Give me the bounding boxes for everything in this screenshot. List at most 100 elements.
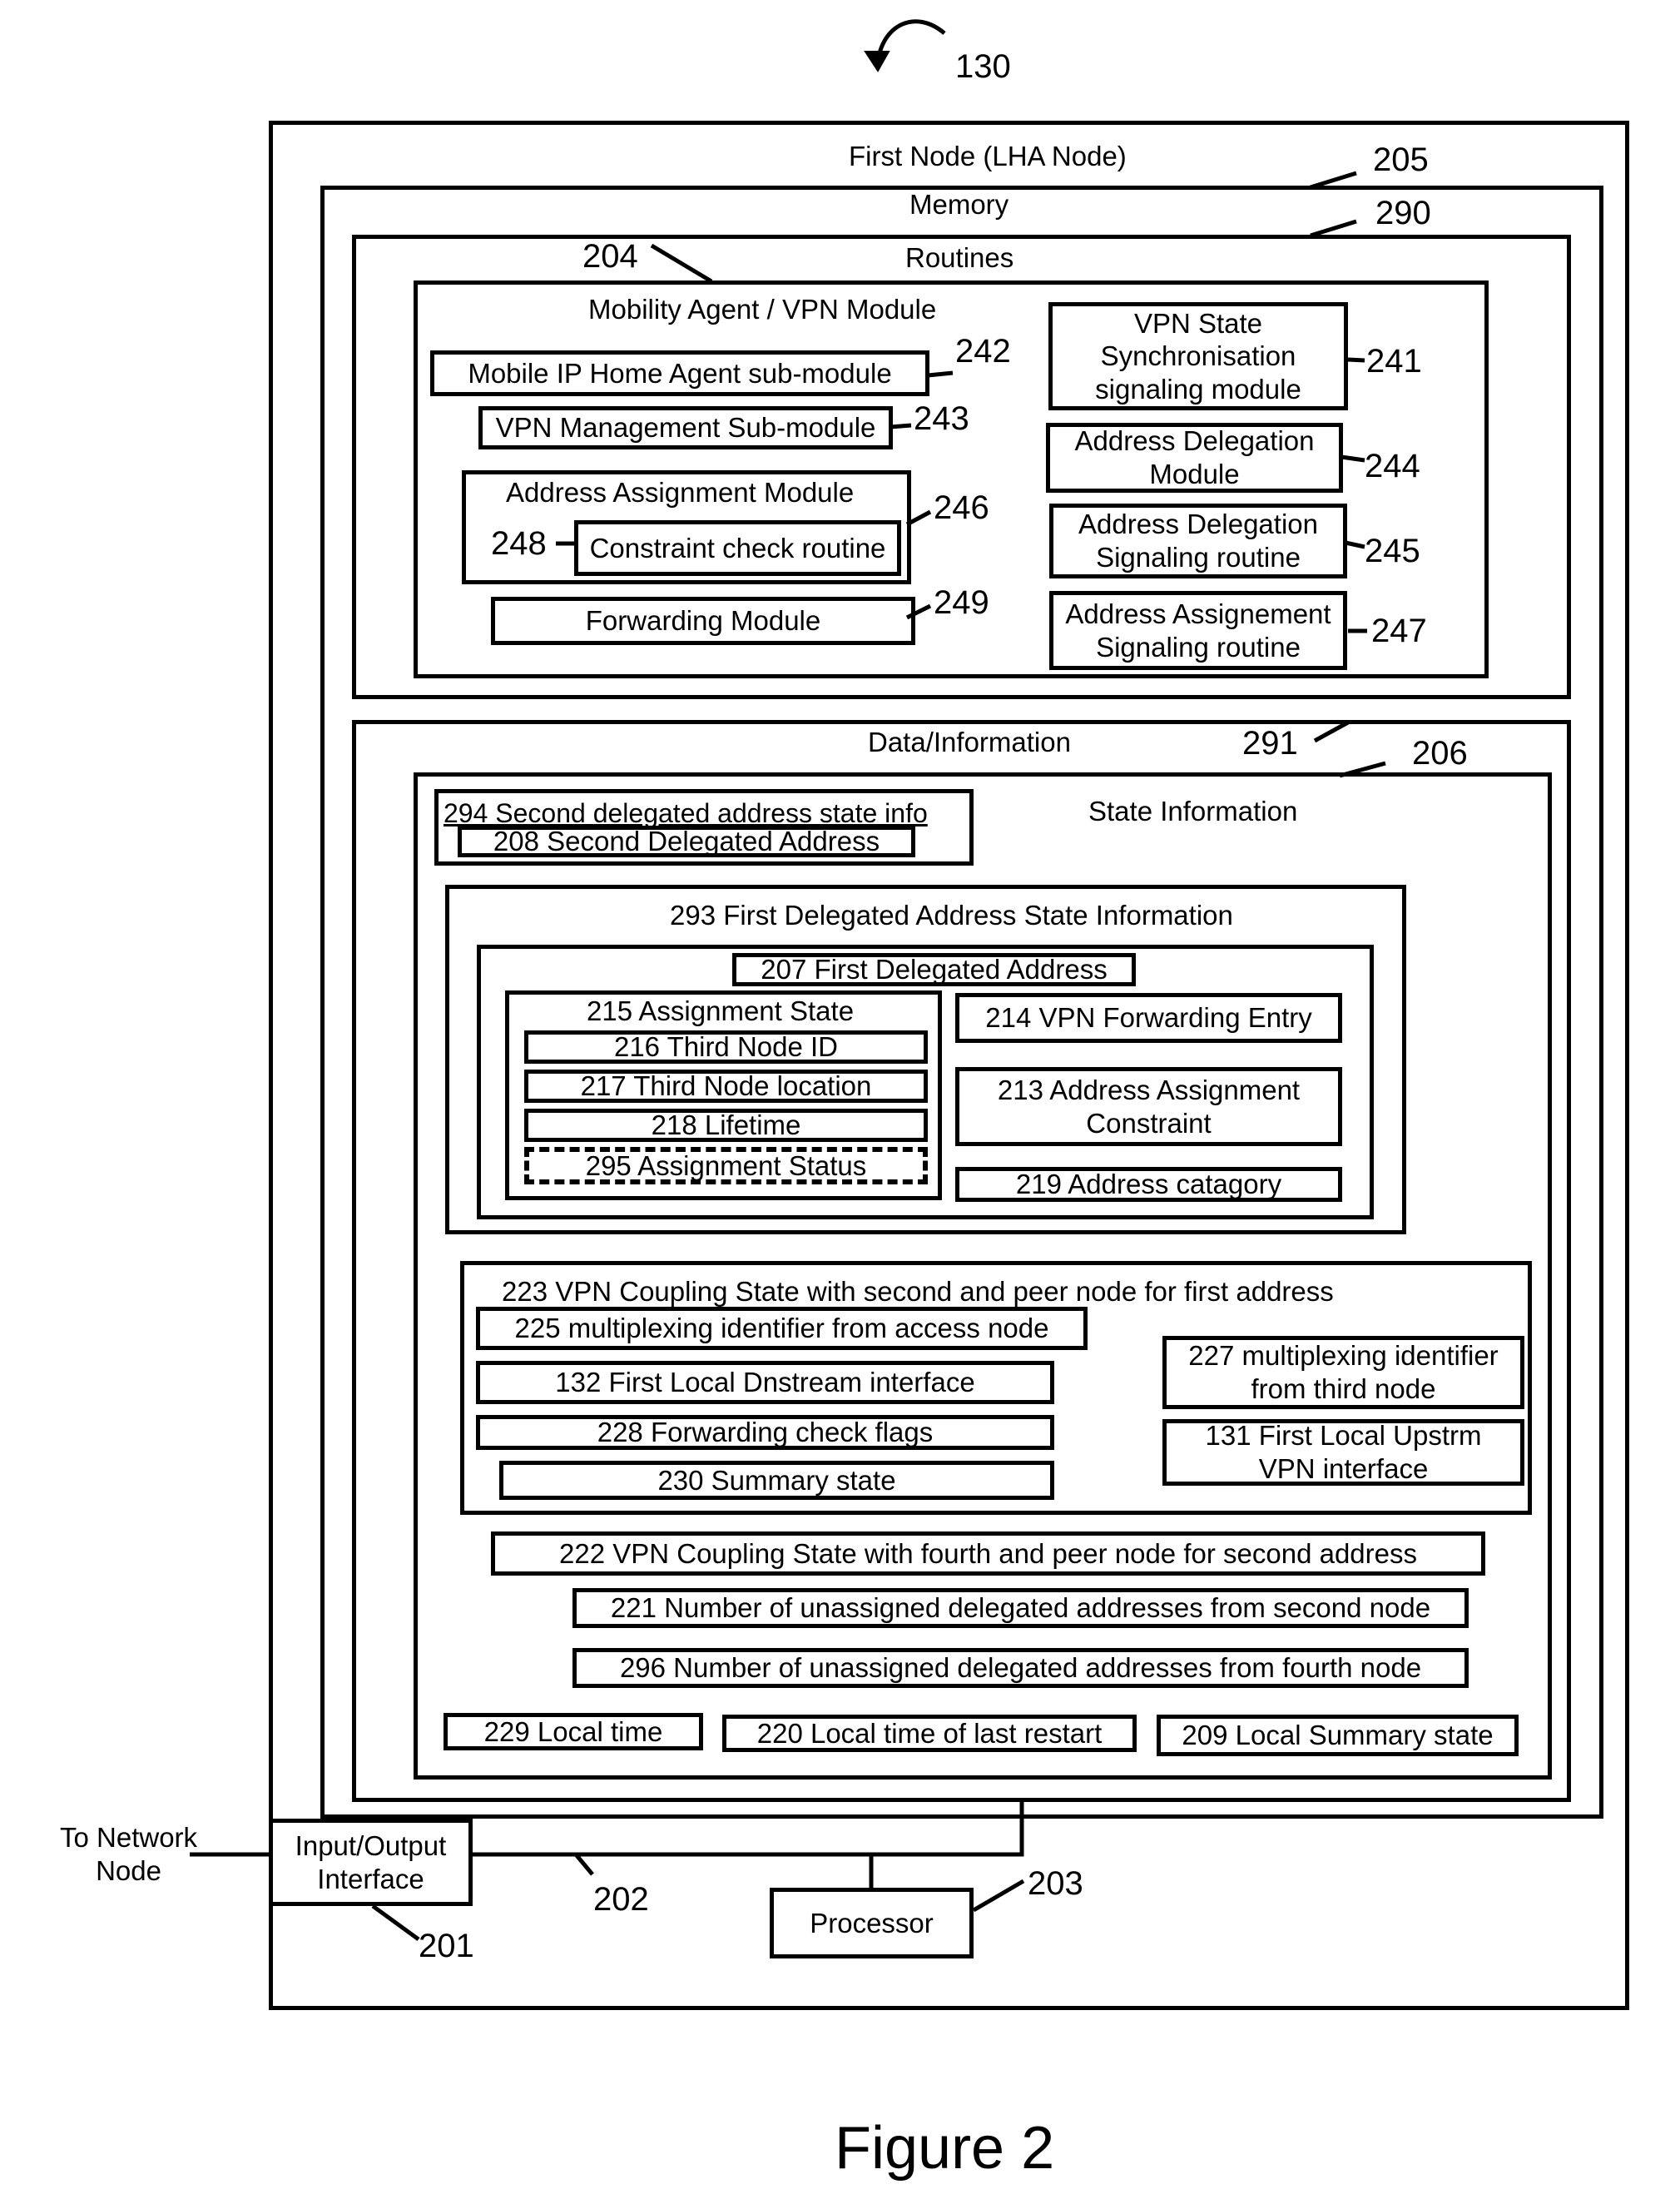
- mobile-ip-ref: 242: [955, 333, 1011, 370]
- local-time-box: 229 Local time: [444, 1713, 703, 1750]
- forwarding-module-label: Forwarding Module: [585, 605, 821, 637]
- address-assignment-constraint-box: 213 Address Assignment Constraint: [955, 1067, 1342, 1146]
- data-information-title: Data/Information: [868, 727, 1071, 757]
- mux-access-node-label: 225 multiplexing identifier from access …: [514, 1313, 1049, 1344]
- mobile-ip-home-agent-label: Mobile IP Home Agent sub-module: [468, 357, 892, 389]
- assignment-state-title: 215 Assignment State: [587, 995, 855, 1026]
- local-summary-state-label: 209 Local Summary state: [1182, 1720, 1494, 1751]
- routines-ref: 290: [1375, 195, 1431, 231]
- vpn-state-sync-box: VPN State Synchronisation signaling modu…: [1048, 302, 1348, 410]
- address-delegation-signaling-box: Address Delegation Signaling routine: [1049, 504, 1347, 578]
- first-local-upstrm-line1: 131 First Local Upstrm: [1205, 1420, 1482, 1452]
- assignment-status-box: 295 Assignment Status: [524, 1147, 928, 1184]
- vpn-coupling-second-box: 222 VPN Coupling State with fourth and p…: [491, 1531, 1485, 1576]
- first-local-dnstream-box: 132 First Local Dnstream interface: [476, 1361, 1054, 1404]
- memory-title: Memory: [909, 189, 1009, 220]
- address-assignment-constraint-line2: Constraint: [1086, 1107, 1212, 1139]
- local-summary-state-box: 209 Local Summary state: [1157, 1715, 1519, 1756]
- constraint-check-routine-label: Constraint check routine: [589, 532, 886, 563]
- address-category-label: 219 Address catagory: [1015, 1169, 1282, 1200]
- first-local-upstrm-box: 131 First Local Upstrm VPN interface: [1162, 1419, 1524, 1486]
- network-node-line2: Node: [96, 1854, 161, 1886]
- forwarding-check-flags-label: 228 Forwarding check flags: [597, 1417, 934, 1448]
- second-delegated-address-label: 208 Second Delegated Address: [493, 826, 880, 857]
- processor-box: Processor: [770, 1888, 974, 1958]
- address-delegation-module-ref: 244: [1365, 448, 1420, 484]
- address-assignment-signaling-line2: Signaling routine: [1096, 631, 1301, 663]
- figure-ref-number: 130: [955, 48, 1011, 85]
- network-node-line1: To Network: [60, 1822, 198, 1853]
- processor-ref: 203: [1028, 1865, 1083, 1902]
- vpn-state-sync-line3: signaling module: [1095, 373, 1301, 405]
- assignment-status-label: 295 Assignment Status: [585, 1149, 867, 1181]
- address-delegation-module-line2: Module: [1149, 459, 1240, 489]
- local-time-last-restart-box: 220 Local time of last restart: [722, 1715, 1137, 1752]
- vpn-management-label: VPN Management Sub-module: [495, 412, 876, 444]
- forwarding-check-flags-box: 228 Forwarding check flags: [476, 1415, 1054, 1450]
- io-interface-box: Input/Output Interface: [269, 1819, 473, 1906]
- first-delegated-state-title: 293 First Delegated Address State Inform…: [670, 900, 1233, 931]
- mobility-agent-ref: 204: [582, 238, 638, 275]
- third-node-id-label: 216 Third Node ID: [613, 1031, 839, 1063]
- second-delegated-address-box: 208 Second Delegated Address: [458, 826, 915, 857]
- unassigned-second-node-label: 221 Number of unassigned delegated addre…: [610, 1592, 1431, 1624]
- address-assignment-signaling-ref: 247: [1371, 613, 1427, 649]
- vpn-management-box: VPN Management Sub-module: [478, 406, 893, 449]
- data-information-ref: 291: [1242, 725, 1298, 762]
- io-interface-line1: Input/Output: [295, 1829, 447, 1861]
- vpn-coupling-second-label: 222 VPN Coupling State with fourth and p…: [559, 1537, 1417, 1569]
- constraint-check-routine-box: Constraint check routine: [574, 520, 901, 576]
- address-delegation-module-line1: Address Delegation: [1074, 425, 1315, 457]
- address-assignment-signaling-line1: Address Assignement: [1065, 598, 1331, 629]
- vpn-coupling-first-title: 223 VPN Coupling State with second and p…: [502, 1276, 1334, 1307]
- mobility-agent-title: Mobility Agent / VPN Module: [588, 294, 937, 325]
- mux-third-node-line2: from third node: [1251, 1373, 1436, 1404]
- unassigned-second-node-box: 221 Number of unassigned delegated addre…: [572, 1588, 1469, 1628]
- first-delegated-address-box: 207 First Delegated Address: [732, 953, 1136, 986]
- mux-third-node-box: 227 multiplexing identifier from third n…: [1162, 1336, 1524, 1409]
- forwarding-module-ref: 249: [934, 584, 989, 621]
- third-node-id-box: 216 Third Node ID: [524, 1030, 928, 1064]
- address-assignment-module-ref: 246: [934, 489, 989, 526]
- mux-third-node-line1: 227 multiplexing identifier: [1188, 1340, 1499, 1372]
- address-delegation-signaling-ref: 245: [1365, 533, 1420, 569]
- local-time-label: 229 Local time: [483, 1715, 663, 1747]
- first-local-upstrm-line2: VPN interface: [1258, 1453, 1429, 1484]
- unassigned-fourth-node-box: 296 Number of unassigned delegated addre…: [572, 1648, 1469, 1688]
- figure-ref-arrow: [875, 19, 946, 63]
- address-delegation-signaling-line1: Address Delegation: [1078, 509, 1318, 540]
- mux-access-node-box: 225 multiplexing identifier from access …: [476, 1307, 1088, 1350]
- third-node-location-label: 217 Third Node location: [580, 1070, 872, 1102]
- first-node-title: First Node (LHA Node): [849, 141, 1127, 171]
- state-information-ref: 206: [1412, 735, 1468, 772]
- address-delegation-signaling-line2: Signaling routine: [1096, 542, 1301, 573]
- state-information-title: State Information: [1088, 796, 1298, 827]
- address-category-box: 219 Address catagory: [955, 1167, 1342, 1202]
- io-interface-ref: 201: [419, 1928, 474, 1964]
- mobile-ip-home-agent-box: Mobile IP Home Agent sub-module: [430, 350, 929, 396]
- figure-caption: Figure 2: [835, 2115, 1055, 2182]
- third-node-location-box: 217 Third Node location: [524, 1070, 928, 1103]
- vpn-state-sync-line1: VPN State: [1133, 307, 1263, 339]
- network-node-label: To Network Node: [60, 1821, 197, 1887]
- routines-title: Routines: [905, 242, 1014, 273]
- address-assignment-signaling-box: Address Assignement Signaling routine: [1049, 591, 1347, 670]
- lifetime-label: 218 Lifetime: [651, 1109, 801, 1141]
- vpn-forwarding-entry-box: 214 VPN Forwarding Entry: [955, 993, 1342, 1043]
- io-interface-line2: Interface: [317, 1863, 424, 1894]
- address-assignment-module-title: Address Assignment Module: [506, 477, 855, 508]
- memory-ref: 205: [1373, 141, 1429, 178]
- vpn-state-sync-line2: Synchronisation: [1100, 340, 1296, 372]
- unassigned-fourth-node-label: 296 Number of unassigned delegated addre…: [619, 1652, 1422, 1684]
- forwarding-module-box: Forwarding Module: [491, 597, 915, 645]
- processor-label: Processor: [810, 1907, 934, 1938]
- summary-state-box: 230 Summary state: [499, 1461, 1054, 1500]
- local-time-last-restart-label: 220 Local time of last restart: [756, 1717, 1103, 1749]
- constraint-check-ref: 248: [491, 525, 547, 562]
- summary-state-label: 230 Summary state: [657, 1464, 896, 1496]
- address-delegation-module-box: Address Delegation Module: [1046, 423, 1343, 493]
- vpn-management-ref: 243: [914, 400, 969, 437]
- first-delegated-address-label: 207 First Delegated Address: [761, 954, 1108, 985]
- vpn-state-sync-ref: 241: [1366, 343, 1422, 380]
- figure-ref-arrowhead: [864, 51, 890, 72]
